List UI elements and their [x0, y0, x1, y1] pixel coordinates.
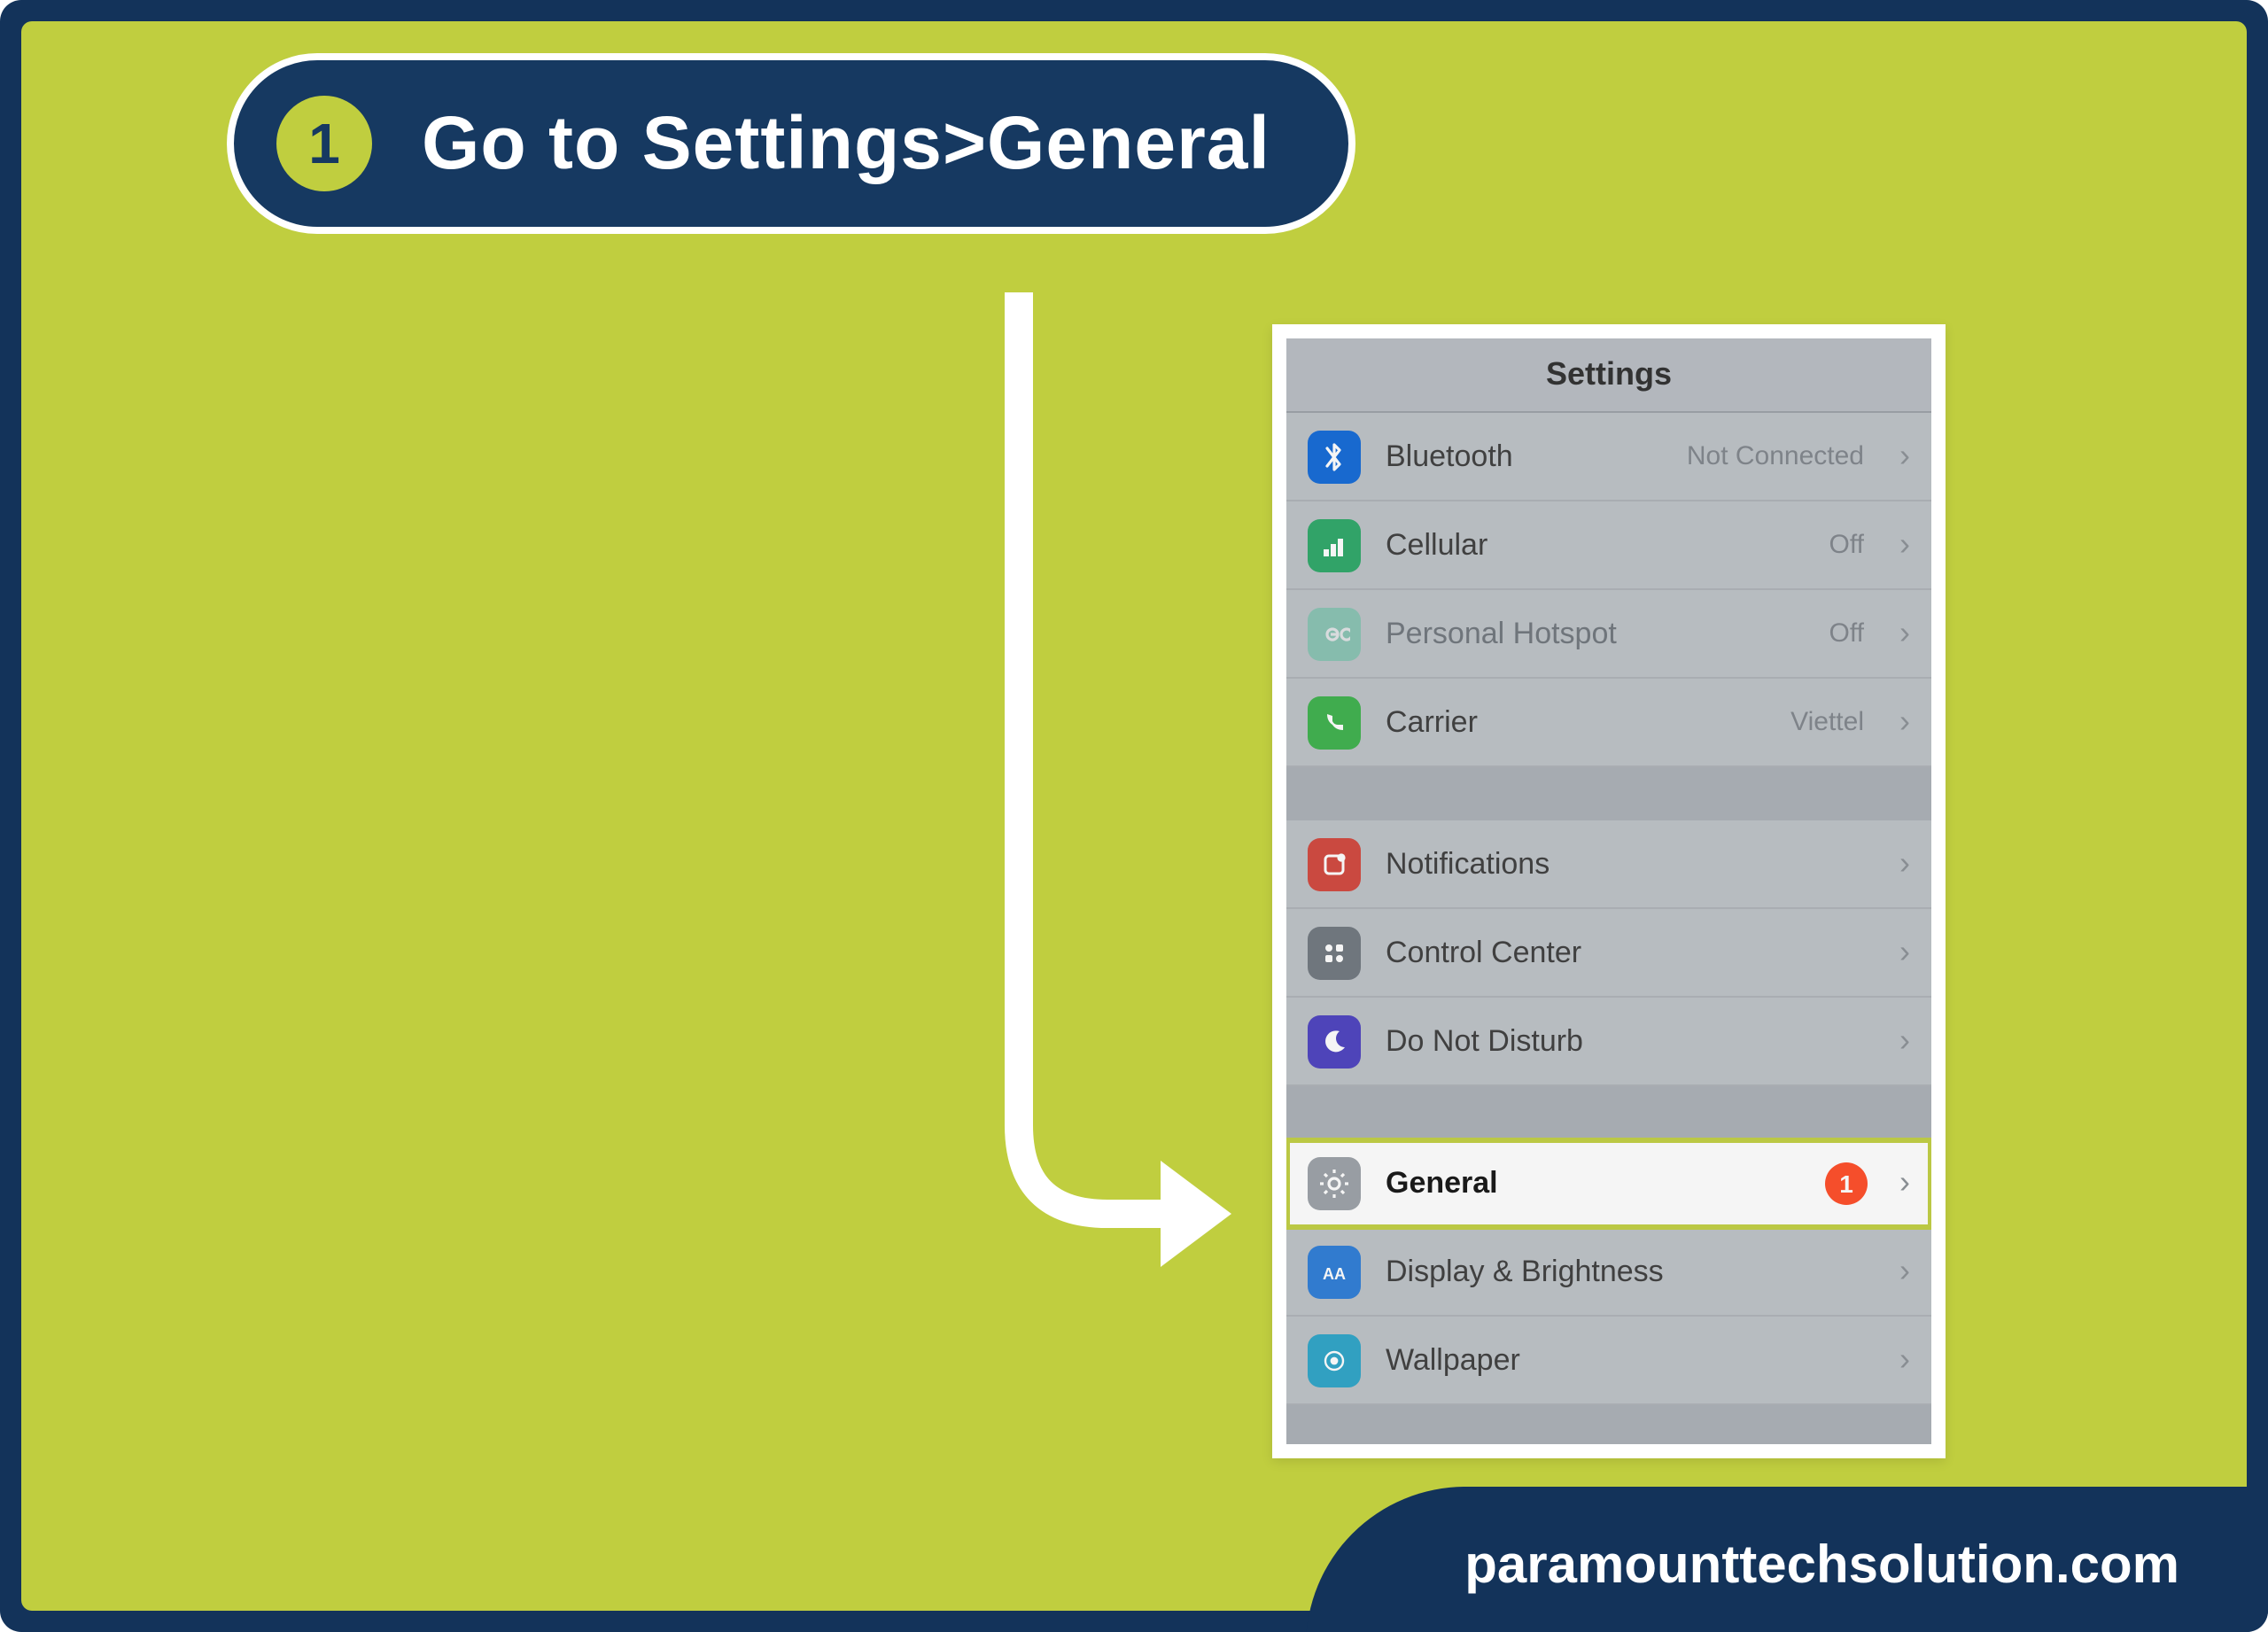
group-separator: [1286, 767, 1931, 820]
moon-icon: [1308, 1014, 1361, 1068]
chevron-right-icon: ›: [1899, 1253, 1910, 1290]
gear-icon: [1308, 1156, 1361, 1209]
chevron-right-icon: ›: [1899, 1022, 1910, 1060]
row-personal-hotspot[interactable]: Personal Hotspot Off ›: [1286, 590, 1931, 679]
row-value: Viettel: [1790, 707, 1864, 737]
row-label: Display & Brightness: [1386, 1254, 1875, 1289]
row-label: General: [1386, 1165, 1800, 1201]
bluetooth-icon: [1308, 430, 1361, 483]
row-do-not-disturb[interactable]: Do Not Disturb ›: [1286, 998, 1931, 1086]
badge-count: 1: [1839, 1169, 1853, 1197]
display-icon: AA: [1308, 1245, 1361, 1298]
wallpaper-icon: [1308, 1333, 1361, 1387]
control-center-icon: [1308, 926, 1361, 979]
chevron-right-icon: ›: [1899, 1164, 1910, 1201]
chevron-right-icon: ›: [1899, 934, 1910, 971]
step-number-circle: 1: [276, 96, 372, 191]
settings-header: Settings: [1286, 338, 1931, 413]
row-label: Cellular: [1386, 527, 1805, 563]
row-value: Off: [1829, 530, 1864, 560]
chevron-right-icon: ›: [1899, 703, 1910, 741]
row-general[interactable]: General 1 ›: [1286, 1139, 1931, 1228]
group-separator: [1286, 1086, 1931, 1139]
step-pill: 1 Go to Settings>General: [227, 53, 1355, 234]
row-carrier[interactable]: Carrier Viettel ›: [1286, 679, 1931, 767]
brand-footer: paramounttechsolution.com: [1305, 1487, 2268, 1632]
settings-title: Settings: [1546, 356, 1672, 393]
row-display-brightness[interactable]: AA Display & Brightness ›: [1286, 1228, 1931, 1317]
row-label: Personal Hotspot: [1386, 616, 1805, 651]
row-label: Wallpaper: [1386, 1342, 1875, 1378]
row-label: Carrier: [1386, 704, 1766, 740]
row-label: Bluetooth: [1386, 439, 1662, 474]
row-wallpaper[interactable]: Wallpaper ›: [1286, 1317, 1931, 1405]
row-bluetooth[interactable]: Bluetooth Not Connected ›: [1286, 413, 1931, 501]
step-number: 1: [308, 111, 340, 176]
row-label: Do Not Disturb: [1386, 1023, 1875, 1059]
settings-screen: Settings Bluetooth Not Connected › Cellu…: [1286, 338, 1931, 1444]
notification-badge: 1: [1825, 1162, 1868, 1204]
arrow-icon: [983, 292, 1267, 1285]
chevron-right-icon: ›: [1899, 615, 1910, 652]
row-label: Notifications: [1386, 846, 1875, 882]
chevron-right-icon: ›: [1899, 438, 1910, 475]
settings-group-alerts: Notifications › Control Center › Do Not …: [1286, 820, 1931, 1086]
row-value: Not Connected: [1687, 441, 1864, 471]
chevron-right-icon: ›: [1899, 845, 1910, 882]
row-notifications[interactable]: Notifications ›: [1286, 820, 1931, 909]
row-value: Off: [1829, 618, 1864, 649]
tutorial-slide: 1 Go to Settings>General Settings Blueto…: [0, 0, 2268, 1632]
step-title: Go to Settings>General: [422, 101, 1270, 186]
row-control-center[interactable]: Control Center ›: [1286, 909, 1931, 998]
notifications-icon: [1308, 837, 1361, 890]
chevron-right-icon: ›: [1899, 526, 1910, 563]
settings-group-connectivity: Bluetooth Not Connected › Cellular Off ›: [1286, 413, 1931, 767]
row-cellular[interactable]: Cellular Off ›: [1286, 501, 1931, 590]
svg-text:AA: AA: [1323, 1264, 1346, 1282]
settings-screenshot: Settings Bluetooth Not Connected › Cellu…: [1272, 324, 1946, 1458]
chevron-right-icon: ›: [1899, 1341, 1910, 1379]
settings-group-device: General 1 › AA Display & Brightness › Wa…: [1286, 1139, 1931, 1405]
cellular-icon: [1308, 518, 1361, 571]
brand-text: paramounttechsolution.com: [1464, 1536, 2179, 1595]
hotspot-icon: [1308, 607, 1361, 660]
row-label: Control Center: [1386, 935, 1875, 970]
carrier-icon: [1308, 696, 1361, 749]
